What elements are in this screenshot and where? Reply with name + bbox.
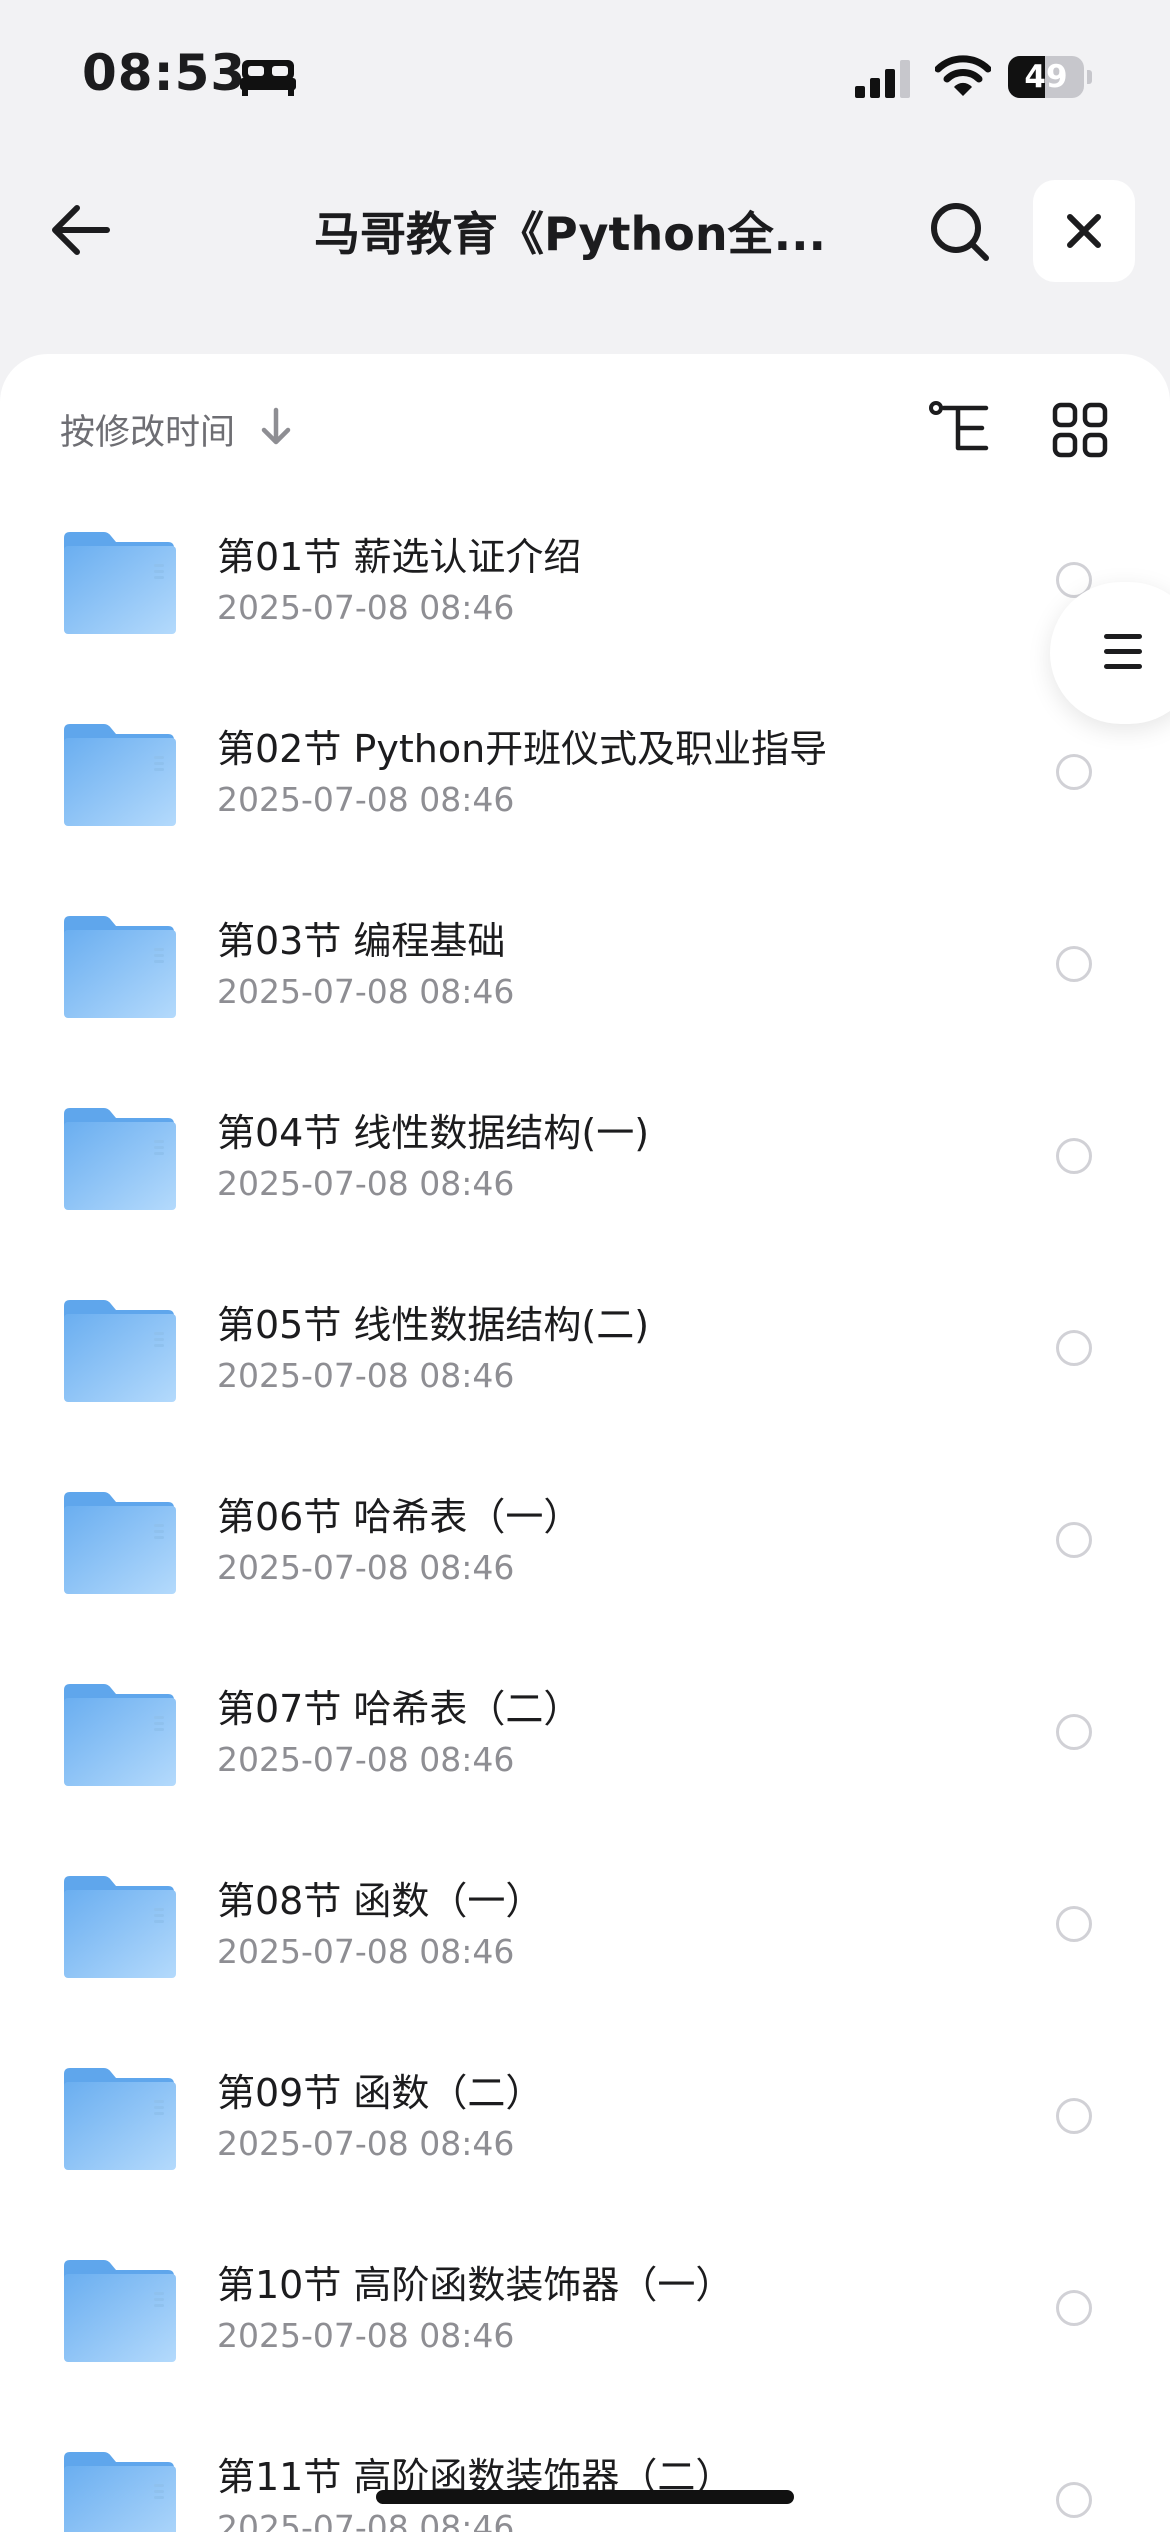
select-radio[interactable] [1056,1906,1092,1942]
select-radio[interactable] [1056,1138,1092,1174]
file-row[interactable]: 第07节 哈希表（二） 2025-07-08 08:46 [0,1646,1170,1838]
file-name: 第03节 编程基础 [217,919,506,963]
folder-icon [64,2452,176,2532]
sort-button[interactable]: 按修改时间 [60,404,235,455]
arrow-left-icon [52,205,110,255]
folder-icon [64,1684,176,1786]
wifi-icon [935,55,991,96]
folder-icon [64,916,176,1018]
file-name: 第08节 函数（一） [217,1879,544,1923]
file-row[interactable]: 第01节 薪选认证介绍 2025-07-08 08:46 [0,494,1170,686]
battery-level: 49 [1024,59,1068,95]
file-date: 2025-07-08 08:46 [217,2124,515,2163]
file-date: 2025-07-08 08:46 [217,1740,515,1779]
arrow-down-icon[interactable] [256,404,296,448]
file-name: 第09节 函数（二） [217,2071,544,2115]
tree-view-icon [929,401,989,451]
file-name: 第01节 薪选认证介绍 [217,535,582,579]
sort-toolbar: 按修改时间 [0,354,1170,494]
select-radio[interactable] [1056,1330,1092,1366]
file-date: 2025-07-08 08:46 [217,972,515,1011]
file-row[interactable]: 第09节 函数（二） 2025-07-08 08:46 [0,2030,1170,2222]
folder-icon [64,2068,176,2170]
folder-icon [64,1492,176,1594]
file-date: 2025-07-08 08:46 [217,780,515,819]
folder-icon [64,532,176,634]
bed-icon [240,60,296,96]
file-row[interactable]: 第11节 高阶函数装饰器（二） 2025-07-08 08:46 [0,2414,1170,2532]
select-radio[interactable] [1056,754,1092,790]
screen: 08:53 49 马哥教育《Python全... 按修改时间 第01节 薪选认证… [0,0,1170,2532]
file-browser-card: 按修改时间 第01节 薪选认证介绍 2025-07-08 08:46 第02节 … [0,354,1170,2532]
folder-icon [64,1108,176,1210]
folder-icon [64,1876,176,1978]
select-radio[interactable] [1056,2482,1092,2518]
file-row[interactable]: 第03节 编程基础 2025-07-08 08:46 [0,878,1170,1070]
select-radio[interactable] [1056,2098,1092,2134]
file-row[interactable]: 第05节 线性数据结构(二) 2025-07-08 08:46 [0,1262,1170,1454]
file-row[interactable]: 第08节 函数（一） 2025-07-08 08:46 [0,1838,1170,2030]
file-name: 第02节 Python开班仪式及职业指导 [217,727,828,771]
file-date: 2025-07-08 08:46 [217,2508,515,2532]
file-date: 2025-07-08 08:46 [217,2316,515,2355]
select-radio[interactable] [1056,1714,1092,1750]
menu-icon [1104,634,1142,669]
status-bar: 08:53 49 [0,0,1170,150]
grid-view-icon [1052,402,1108,458]
cellular-signal-icon [855,60,910,98]
page-title: 马哥教育《Python全... [313,207,827,261]
file-date: 2025-07-08 08:46 [217,1164,515,1203]
file-row[interactable]: 第10节 高阶函数装饰器（一） 2025-07-08 08:46 [0,2222,1170,2414]
battery-indicator: 49 [1008,56,1092,98]
file-name: 第05节 线性数据结构(二) [217,1303,650,1347]
file-row[interactable]: 第02节 Python开班仪式及职业指导 2025-07-08 08:46 [0,686,1170,878]
file-date: 2025-07-08 08:46 [217,588,515,627]
home-indicator[interactable] [376,2490,794,2504]
select-radio[interactable] [1056,2290,1092,2326]
folder-icon [64,1300,176,1402]
close-button[interactable] [1033,180,1135,282]
tree-view-button[interactable] [922,390,998,466]
file-name: 第06节 哈希表（一） [217,1495,582,1539]
search-icon [931,203,989,261]
select-radio[interactable] [1056,1522,1092,1558]
grid-view-button[interactable] [1040,390,1120,470]
file-date: 2025-07-08 08:46 [217,1548,515,1587]
file-row[interactable]: 第04节 线性数据结构(一) 2025-07-08 08:46 [0,1070,1170,1262]
navigation-bar: 马哥教育《Python全... [0,170,1170,290]
back-button[interactable] [40,192,120,268]
file-row[interactable]: 第06节 哈希表（一） 2025-07-08 08:46 [0,1454,1170,1646]
select-radio[interactable] [1056,946,1092,982]
file-name: 第07节 哈希表（二） [217,1687,582,1731]
file-list: 第01节 薪选认证介绍 2025-07-08 08:46 第02节 Python… [0,494,1170,2532]
folder-icon [64,724,176,826]
file-name: 第10节 高阶函数装饰器（一） [217,2263,734,2307]
file-date: 2025-07-08 08:46 [217,1932,515,1971]
file-date: 2025-07-08 08:46 [217,1356,515,1395]
search-button[interactable] [920,192,1000,272]
close-icon [1067,214,1101,248]
status-time: 08:53 [82,44,247,102]
folder-icon [64,2260,176,2362]
file-name: 第04节 线性数据结构(一) [217,1111,650,1155]
